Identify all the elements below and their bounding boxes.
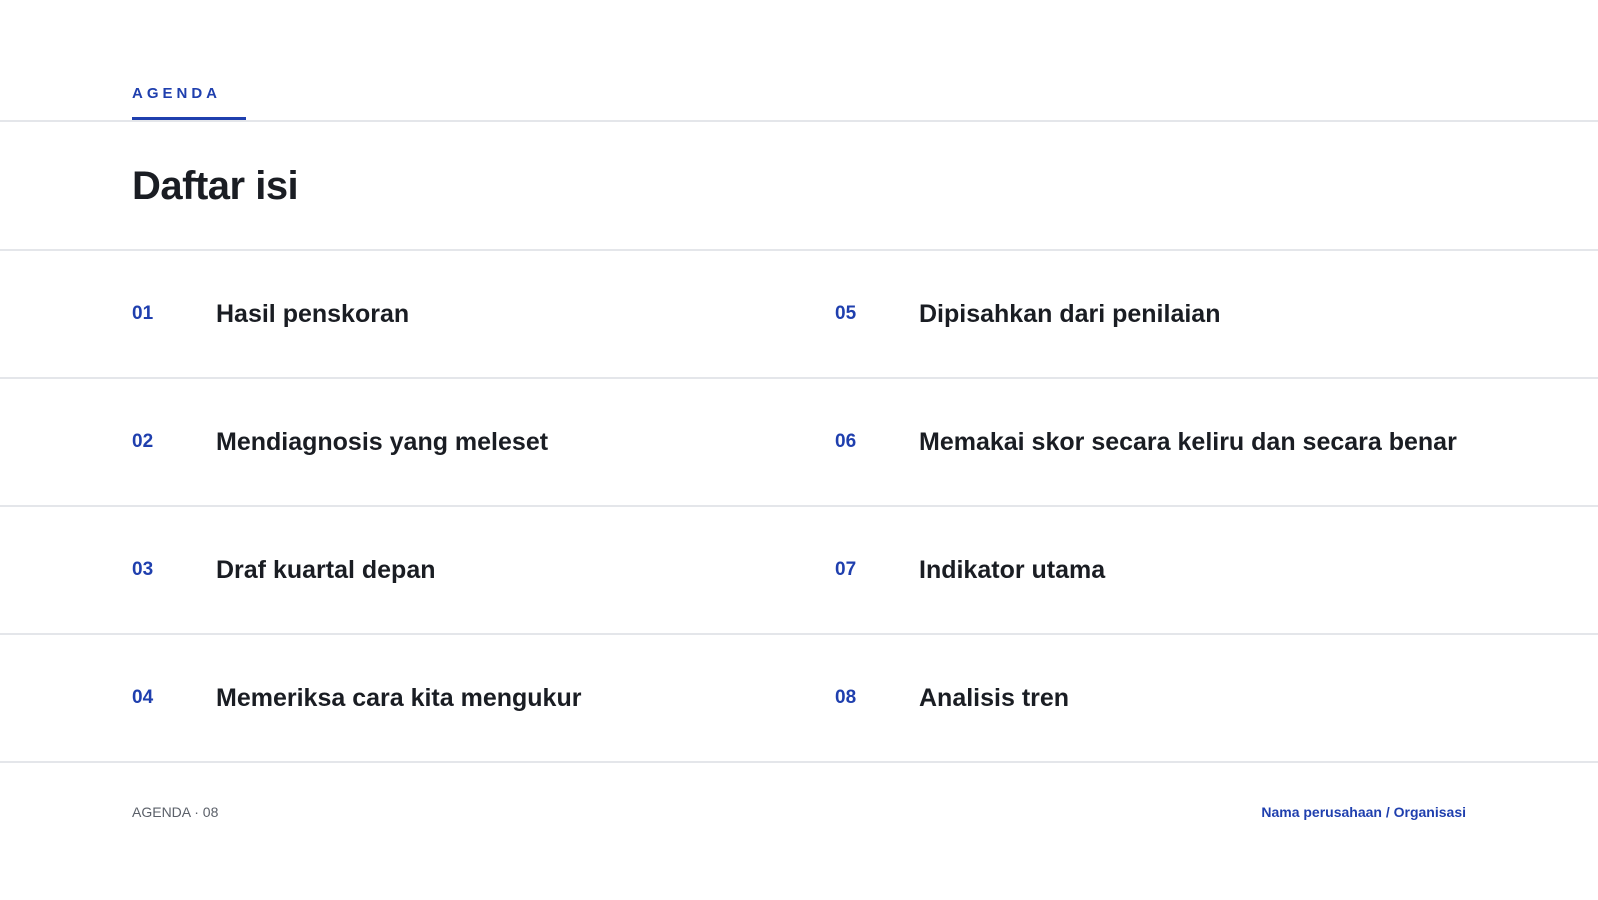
agenda-list: 01 Hasil penskoran 05 Dipisahkan dari pe… (0, 251, 1598, 763)
agenda-item-title: Analisis tren (919, 683, 1070, 712)
header-divider (0, 120, 1598, 122)
footer-page-label: AGENDA · 08 (132, 804, 219, 820)
agenda-item: 02 Mendiagnosis yang meleset (132, 379, 548, 505)
agenda-row: 01 Hasil penskoran 05 Dipisahkan dari pe… (0, 251, 1598, 379)
agenda-item: 01 Hasil penskoran (132, 251, 409, 377)
agenda-item-number: 01 (132, 303, 154, 324)
agenda-item: 04 Memeriksa cara kita mengukur (132, 635, 581, 761)
agenda-item-title: Memakai skor secara keliru dan secara be… (919, 427, 1457, 456)
agenda-item-title: Mendiagnosis yang meleset (216, 427, 549, 456)
agenda-item-title: Draf kuartal depan (216, 555, 436, 584)
agenda-item-number: 07 (835, 559, 857, 580)
agenda-row: 03 Draf kuartal depan 07 Indikator utama (0, 507, 1598, 635)
agenda-item: 06 Memakai skor secara keliru dan secara… (835, 379, 1457, 505)
agenda-item-number: 03 (132, 559, 154, 580)
footer-organization: Nama perusahaan / Organisasi (1261, 804, 1466, 820)
agenda-item-number: 08 (835, 687, 857, 708)
agenda-row: 02 Mendiagnosis yang meleset 06 Memakai … (0, 379, 1598, 507)
section-label: AGENDA (132, 85, 222, 102)
agenda-item-number: 02 (132, 431, 154, 452)
agenda-item-title: Indikator utama (919, 555, 1106, 584)
agenda-item-number: 06 (835, 431, 857, 452)
agenda-item: 08 Analisis tren (835, 635, 1069, 761)
agenda-item-title: Memeriksa cara kita mengukur (216, 683, 582, 712)
agenda-item-number: 05 (835, 303, 857, 324)
agenda-item-number: 04 (132, 687, 154, 708)
agenda-item-title: Hasil penskoran (216, 299, 410, 328)
agenda-item: 07 Indikator utama (835, 507, 1105, 633)
agenda-item: 03 Draf kuartal depan (132, 507, 436, 633)
agenda-item-title: Dipisahkan dari penilaian (919, 299, 1221, 328)
agenda-item: 05 Dipisahkan dari penilaian (835, 251, 1220, 377)
page-title: Daftar isi (132, 164, 299, 208)
agenda-row: 04 Memeriksa cara kita mengukur 08 Anali… (0, 635, 1598, 763)
